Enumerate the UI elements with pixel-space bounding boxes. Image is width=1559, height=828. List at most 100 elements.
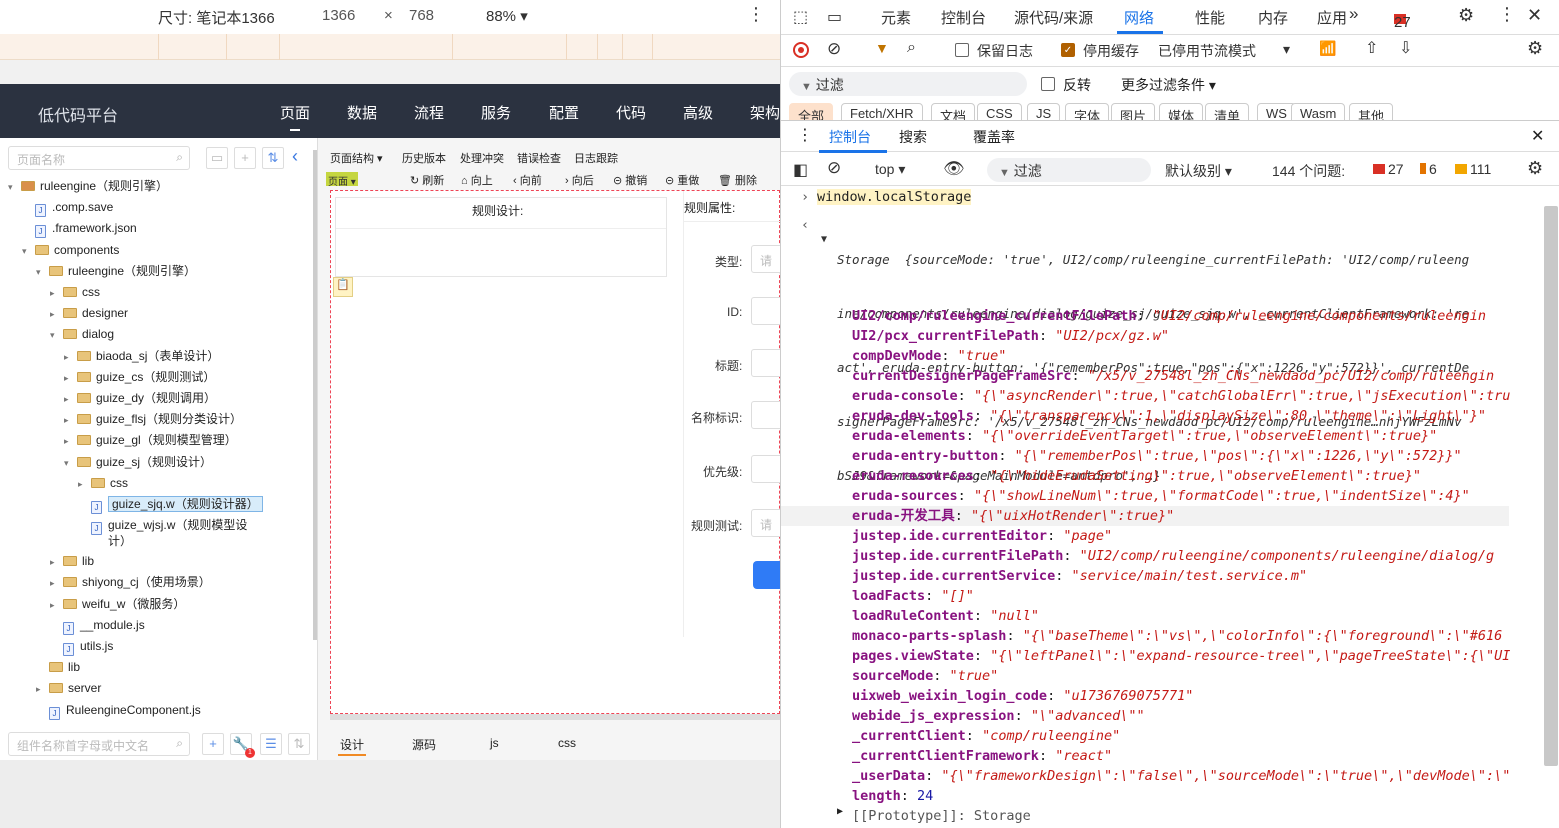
primary-button[interactable]: [753, 561, 780, 589]
menu-data[interactable]: 数据: [347, 102, 377, 123]
clear-console-icon[interactable]: ⊘: [827, 158, 841, 178]
undo-button[interactable]: ⊝ 撤销: [613, 172, 647, 188]
design-tab-structure[interactable]: 页面结构 ▾: [330, 150, 383, 166]
priority-input[interactable]: [751, 455, 780, 483]
tree-scrollbar[interactable]: [313, 150, 317, 640]
prototype-entry[interactable]: [[Prototype]]: Storage: [852, 806, 1031, 826]
chevron-down-icon[interactable]: ▾: [1283, 41, 1290, 58]
tree-node[interactable]: J .framework.json: [22, 218, 137, 238]
caret-right-icon[interactable]: ▸: [64, 431, 74, 451]
tree-node[interactable]: ▸ lib: [50, 551, 94, 571]
sort-icon[interactable]: ⇅: [288, 733, 310, 755]
prototype-arrow-icon[interactable]: ▶: [837, 806, 843, 817]
record-icon[interactable]: [793, 42, 809, 58]
caret-right-icon[interactable]: ▸: [64, 368, 74, 388]
tree-node[interactable]: ▸ css: [50, 282, 100, 302]
collapse-icon[interactable]: ‹: [292, 146, 298, 167]
storage-entry[interactable]: UI2/pcx_currentFilePath: "UI2/pcx/gz.w": [852, 326, 1169, 346]
search-icon[interactable]: ⌕: [907, 39, 916, 57]
component-search-input[interactable]: 组件名称首字母或中文名 ⌕: [8, 732, 190, 756]
tree-node[interactable]: lib: [36, 657, 80, 677]
storage-entry[interactable]: justep.ide.currentService: "service/main…: [852, 566, 1307, 586]
caret-down-icon[interactable]: ▾: [8, 177, 18, 197]
add-component-icon[interactable]: +: [202, 733, 224, 755]
issue-info[interactable]: 111: [1455, 161, 1491, 177]
tree-node[interactable]: J RuleengineComponent.js: [36, 700, 201, 720]
disable-cache-checkbox[interactable]: ✓: [1061, 43, 1075, 57]
tab-console[interactable]: 控制台: [941, 7, 986, 28]
storage-entry[interactable]: uixweb_weixin_login_code: "u173676907577…: [852, 686, 1193, 706]
tree-node[interactable]: ▸ guize_cs（规则测试）: [64, 367, 215, 387]
canvas-hscrollbar[interactable]: [330, 714, 780, 720]
device-height[interactable]: 768: [409, 7, 434, 24]
design-tab-check[interactable]: 错误检查: [517, 150, 561, 166]
menu-flow[interactable]: 流程: [414, 102, 444, 123]
issues-label[interactable]: 144 个问题:: [1272, 161, 1345, 181]
tab-application[interactable]: 应用: [1317, 7, 1347, 28]
context-select[interactable]: top ▾: [875, 161, 905, 178]
caret-down-icon[interactable]: ▾: [22, 241, 32, 261]
page-tag[interactable]: 页面 ▾: [326, 172, 358, 188]
caret-right-icon[interactable]: ▸: [36, 679, 46, 699]
more-vert-icon[interactable]: ⋮: [747, 4, 765, 25]
zoom-select[interactable]: 88% ▾: [486, 7, 528, 25]
tree-node[interactable]: ▾ components: [22, 240, 119, 260]
clipboard-icon[interactable]: 📋: [333, 277, 353, 297]
caret-right-icon[interactable]: ▸: [50, 304, 60, 324]
tree-node[interactable]: ▾ ruleengine（规则引擎）: [36, 261, 196, 281]
redo-button[interactable]: ⊝ 重做: [665, 172, 699, 188]
drawer-tab-console[interactable]: 控制台: [829, 127, 871, 147]
storage-entry[interactable]: UI2/comp/ruleengine_currentFilePath: "UI…: [852, 306, 1486, 326]
more-vert-icon[interactable]: ⋮: [1498, 4, 1516, 25]
menu-config[interactable]: 配置: [549, 102, 579, 123]
issue-errors[interactable]: 27: [1373, 161, 1404, 177]
preserve-log-checkbox[interactable]: [955, 43, 969, 57]
page-search-input[interactable]: 页面名称 ⌕: [8, 146, 190, 170]
storage-entry[interactable]: _currentClientFramework: "react": [852, 746, 1112, 766]
tab-network[interactable]: 网络: [1124, 7, 1154, 28]
folder-icon[interactable]: ▭: [206, 147, 228, 169]
design-tab-log[interactable]: 日志跟踪: [574, 150, 618, 166]
title-input[interactable]: [751, 349, 780, 377]
device-size-select[interactable]: 尺寸: 笔记本1366: [158, 7, 275, 28]
tab-sources[interactable]: 源代码/来源: [1014, 7, 1093, 28]
storage-entry[interactable]: eruda-开发工具: "{\"uixHotRender\":true}": [781, 506, 1509, 526]
tree-node[interactable]: ▸ guize_dy（规则调用）: [64, 388, 216, 408]
invert-checkbox[interactable]: [1041, 77, 1055, 91]
wrench-icon[interactable]: 🔧 1: [230, 733, 255, 758]
rule-design-block[interactable]: 规则设计:: [335, 197, 667, 277]
more-filters-button[interactable]: 更多过滤条件 ▾: [1121, 75, 1216, 95]
storage-entry[interactable]: sourceMode: "true": [852, 666, 998, 686]
menu-page[interactable]: 页面: [280, 102, 310, 131]
caret-right-icon[interactable]: ▸: [64, 410, 74, 430]
storage-entry[interactable]: _currentClient: "comp/ruleengine": [852, 726, 1120, 746]
device-width[interactable]: 1366: [322, 7, 355, 24]
storage-entry[interactable]: currentDesignerPageFrameSrc: "/x5/v_2754…: [852, 366, 1494, 386]
settings-icon[interactable]: ⚙: [1458, 5, 1474, 26]
settings-icon[interactable]: ⚙: [1527, 38, 1543, 59]
up-button[interactable]: ⌂ 向上: [461, 172, 493, 188]
caret-down-icon[interactable]: ▾: [64, 453, 74, 473]
storage-entry[interactable]: loadRuleContent: "null": [852, 606, 1039, 626]
menu-advanced[interactable]: 高级: [683, 102, 713, 123]
caret-down-icon[interactable]: ▾: [36, 262, 46, 282]
sort-icon[interactable]: ⇅: [262, 147, 284, 169]
storage-entry[interactable]: _userData: "{\"frameworkDesign\":\"false…: [852, 766, 1510, 786]
add-icon[interactable]: +: [234, 147, 256, 169]
device-toggle-icon[interactable]: ▭: [827, 7, 842, 27]
back-button[interactable]: › 向后: [565, 172, 594, 188]
forward-button[interactable]: ‹ 向前: [513, 172, 542, 188]
tree-node[interactable]: ▾ guize_sj（规则设计）: [64, 452, 212, 472]
storage-entry[interactable]: monaco-parts-splash: "{\"baseTheme\":\"v…: [852, 626, 1502, 646]
tab-elements[interactable]: 元素: [881, 7, 911, 28]
caret-right-icon[interactable]: ▸: [64, 389, 74, 409]
menu-arch[interactable]: 架构: [750, 102, 780, 123]
menu-service[interactable]: 服务: [481, 102, 511, 123]
design-tab-history[interactable]: 历史版本: [402, 150, 446, 166]
tree-node[interactable]: ▾ ruleengine（规则引擎）: [8, 176, 168, 196]
caret-down-icon[interactable]: ▾: [50, 325, 60, 345]
clear-icon[interactable]: ⊘: [827, 39, 841, 59]
storage-entry[interactable]: loadFacts: "[]": [852, 586, 974, 606]
tab-memory[interactable]: 内存: [1258, 7, 1288, 28]
tab-performance[interactable]: 性能: [1195, 7, 1225, 28]
